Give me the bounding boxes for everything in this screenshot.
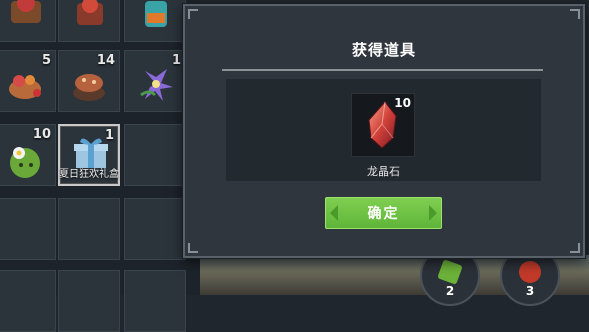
- inventory-slot[interactable]: [0, 270, 56, 332]
- inventory-slot[interactable]: [0, 0, 56, 42]
- frame-corner: [570, 9, 580, 19]
- inventory-slot[interactable]: [58, 0, 120, 42]
- inventory-slot[interactable]: [58, 198, 120, 260]
- item-obtained-dialog: 获得道具 10 龙晶石 确定: [183, 4, 585, 258]
- inventory-slot[interactable]: [0, 198, 56, 260]
- inventory-grid: 5 14 1 10 1 夏日狂欢礼盒: [0, 0, 200, 332]
- inventory-slot[interactable]: [124, 198, 186, 260]
- chevron-right-icon: [429, 205, 437, 221]
- inventory-slot[interactable]: 5: [0, 50, 56, 112]
- item-count: 3: [525, 284, 535, 298]
- inventory-slot[interactable]: [124, 0, 186, 42]
- inventory-slot[interactable]: [58, 270, 120, 332]
- item-name: 夏日狂欢礼盒: [59, 169, 119, 180]
- confirm-button[interactable]: 确定: [325, 197, 442, 229]
- reward-quantity: 10: [394, 96, 411, 110]
- confirm-button-label: 确定: [367, 206, 400, 222]
- frame-corner: [188, 9, 198, 19]
- title-divider: [222, 69, 543, 71]
- item-count: 1: [104, 128, 114, 143]
- reward-item-slot[interactable]: 10: [351, 93, 415, 157]
- reward-item-name: 龙晶石: [367, 165, 400, 178]
- item-count: 1: [171, 53, 181, 68]
- item-count: 5: [41, 53, 51, 68]
- chevron-left-icon: [330, 205, 338, 221]
- item-count: 14: [96, 53, 115, 68]
- item-count: 10: [32, 127, 51, 142]
- red-cake-icon: [11, 0, 41, 23]
- dialog-title: 获得道具: [351, 41, 416, 59]
- inventory-slot-selected[interactable]: 1 夏日狂欢礼盒: [58, 124, 120, 186]
- frame-corner: [188, 243, 198, 253]
- red-cake-icon: [77, 0, 103, 25]
- reward-panel: 10 龙晶石: [226, 79, 541, 181]
- inventory-slot[interactable]: 10: [0, 124, 56, 186]
- inventory-slot[interactable]: 14: [58, 50, 120, 112]
- inventory-slot[interactable]: 1: [124, 50, 186, 112]
- inventory-slot[interactable]: [124, 270, 186, 332]
- item-count: 2: [445, 284, 455, 298]
- inventory-slot[interactable]: [124, 124, 186, 186]
- frame-corner: [570, 243, 580, 253]
- teal-jar-icon: [145, 1, 167, 27]
